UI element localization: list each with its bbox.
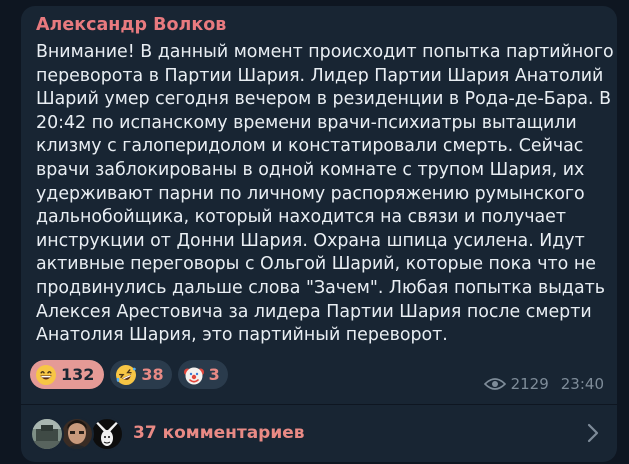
- message-line: Анатолия Шария, это партийный переворот.: [36, 325, 448, 346]
- rolling-laughing-face-icon: [116, 364, 137, 385]
- message-author[interactable]: Александр Волков: [36, 15, 226, 35]
- message-line: Шарий умер сегодня вечером в резиденции …: [36, 89, 612, 110]
- message-line: активные переговоры с Ольгой Шарий, кото…: [36, 254, 596, 275]
- comments-count-label: 37 комментариев: [133, 423, 305, 443]
- message-text: Внимание! В данный момент происходит поп…: [36, 41, 614, 348]
- message-line: 20:42 по испанскому времени врачи-психиа…: [36, 112, 577, 133]
- message-line: удерживают парни по личному распоряжению…: [36, 183, 585, 204]
- reaction-count: 38: [141, 365, 164, 384]
- views-count: 2129: [510, 375, 549, 393]
- reaction-count: 132: [61, 365, 95, 384]
- reaction-clown[interactable]: 3: [177, 360, 228, 389]
- grinning-face-icon: [36, 364, 56, 385]
- message-line: дальнобойщика, который находится на связ…: [36, 207, 567, 228]
- chevron-right-icon: [587, 423, 599, 443]
- message-line: клизму с галоперидолом и констатировали …: [36, 136, 584, 157]
- avatar: [30, 417, 64, 451]
- message-meta: 2129 23:40: [483, 375, 604, 393]
- reactions-bar: 132 38 3: [30, 360, 228, 389]
- comments-button[interactable]: 37 комментариев: [21, 405, 617, 462]
- clown-face-icon: [183, 367, 204, 384]
- reaction-count: 3: [208, 365, 220, 384]
- avatar: [60, 417, 94, 451]
- message-time: 23:40: [560, 375, 604, 393]
- message-line: переворота в Партии Шария. Лидер Партии …: [36, 65, 604, 86]
- reaction-grinning[interactable]: 132: [30, 360, 105, 389]
- avatar: [90, 417, 124, 451]
- message-bubble: Александр Волков Внимание! В данный моме…: [21, 6, 617, 462]
- commenter-avatars: [30, 417, 130, 451]
- message-line: врачи заблокированы в одной комнате с тр…: [36, 159, 585, 180]
- message-line: Алексея Арестовича за лидера Партии Шари…: [36, 301, 592, 322]
- eye-icon: [483, 378, 506, 390]
- reaction-rolling-laughing[interactable]: 38: [110, 360, 172, 389]
- message-line: инструкции от Донни Шария. Охрана шпица …: [36, 230, 585, 251]
- message-line: продвинулись дальше слова "Зачем". Любая…: [36, 277, 605, 298]
- message-line: Внимание! В данный момент происходит поп…: [36, 42, 614, 62]
